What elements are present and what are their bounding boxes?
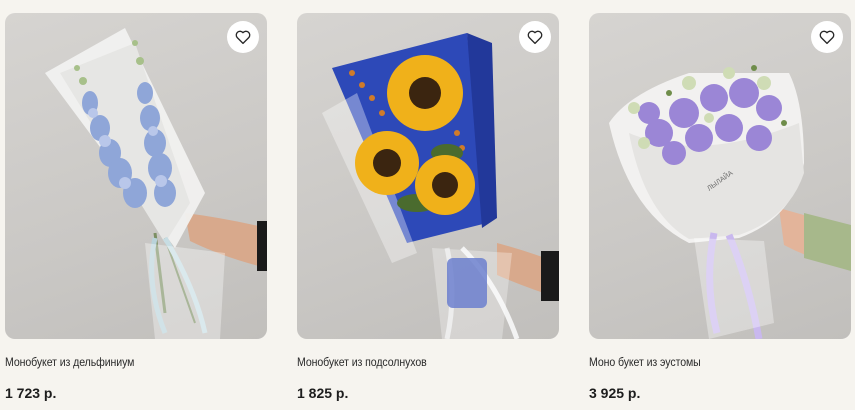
heart-icon bbox=[527, 30, 543, 45]
favorite-button[interactable] bbox=[519, 21, 551, 53]
delphinium-bouquet-photo bbox=[45, 28, 267, 339]
eustoma-bouquet-photo: ЛЫЛАЙА bbox=[609, 65, 851, 339]
product-image-sunflower[interactable] bbox=[297, 13, 559, 339]
heart-icon bbox=[819, 30, 835, 45]
product-image-delphinium[interactable] bbox=[5, 13, 267, 339]
sunflower-bouquet-photo bbox=[322, 33, 559, 339]
favorite-button[interactable] bbox=[811, 21, 843, 53]
product-grid: Монобукет из дельфиниум 1 723 р. Монобук… bbox=[0, 0, 855, 410]
product-price: 1 723 р. bbox=[5, 385, 57, 401]
heart-icon bbox=[235, 30, 251, 45]
product-card-delphinium[interactable]: Монобукет из дельфиниум 1 723 р. bbox=[5, 13, 267, 403]
product-title[interactable]: Моно букет из эустомы bbox=[589, 354, 820, 370]
product-price: 1 825 р. bbox=[297, 385, 349, 401]
product-card-eustoma[interactable]: ЛЫЛАЙА Моно букет из эустомы 3 925 р. bbox=[589, 13, 851, 403]
product-title[interactable]: Монобукет из подсолнухов bbox=[297, 354, 528, 370]
product-image-eustoma[interactable]: ЛЫЛАЙА bbox=[589, 13, 851, 339]
product-price: 3 925 р. bbox=[589, 385, 641, 401]
product-title[interactable]: Монобукет из дельфиниум bbox=[5, 354, 236, 370]
favorite-button[interactable] bbox=[227, 21, 259, 53]
product-card-sunflower[interactable]: Монобукет из подсолнухов 1 825 р. bbox=[297, 13, 559, 403]
